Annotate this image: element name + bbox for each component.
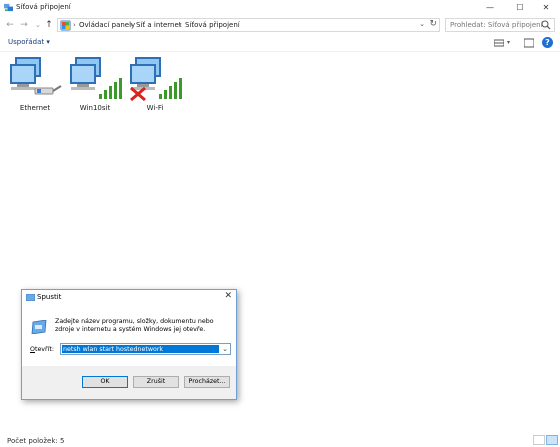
large-icons-view-button[interactable] — [546, 435, 558, 445]
address-bar[interactable]: › Ovládací panely › Síť a internet › Síť… — [57, 18, 440, 32]
status-bar: Počet položek: 5 — [0, 433, 560, 447]
chevron-down-icon[interactable]: ⌄ — [222, 345, 228, 353]
connection-label: Ethernet — [19, 104, 51, 112]
view-options-chevron-icon[interactable]: ▾ — [507, 39, 510, 51]
change-view-icon[interactable] — [494, 37, 504, 49]
run-program-icon — [31, 320, 47, 334]
maximize-button[interactable]: ☐ — [506, 0, 534, 15]
up-button[interactable]: ↑ — [43, 19, 55, 31]
minimize-button[interactable]: — — [476, 0, 504, 15]
organize-label: Uspořádat — [8, 38, 45, 46]
open-label: Otevřít: — [30, 346, 54, 353]
control-panel-icon — [60, 20, 71, 31]
navigation-bar: ← → ⌄ ↑ › Ovládací panely › Síť a intern… — [0, 15, 560, 35]
connection-item-wifi[interactable]: Wi-Fi — [126, 54, 184, 118]
dialog-close-button[interactable]: ✕ — [224, 291, 232, 301]
breadcrumb-network-connections[interactable]: Síťová připojení — [185, 21, 240, 29]
connection-label: Wi-Fi — [146, 104, 164, 112]
forward-button[interactable]: → — [18, 19, 30, 31]
chevron-down-icon: ▾ — [46, 38, 50, 46]
connection-label: Win10sit — [79, 104, 111, 112]
ok-button[interactable]: OK — [82, 376, 128, 388]
breadcrumb-separator: › — [73, 21, 76, 29]
command-bar: Uspořádat ▾ ▾ ? — [0, 35, 560, 52]
network-connections-icon — [4, 3, 13, 12]
wifi-disconnected-icon — [130, 57, 182, 102]
connection-item-win10sit[interactable]: Win10sit — [66, 54, 124, 118]
search-placeholder: Prohledat: Síťová připojení — [450, 21, 543, 29]
window-title: Síťová připojení — [16, 3, 71, 11]
run-icon — [26, 294, 35, 301]
title-bar: Síťová připojení — ☐ ✕ — [0, 0, 560, 15]
breadcrumb-separator: › — [130, 21, 133, 29]
preview-pane-icon[interactable] — [524, 37, 534, 49]
details-view-button[interactable] — [533, 435, 545, 445]
connection-item-ethernet[interactable]: Ethernet — [6, 54, 64, 118]
back-button[interactable]: ← — [4, 19, 16, 31]
search-input[interactable]: Prohledat: Síťová připojení — [445, 18, 555, 32]
command-input[interactable] — [62, 345, 219, 353]
refresh-icon[interactable]: ↻ — [429, 19, 437, 29]
ethernet-icon — [10, 57, 62, 95]
item-count: Počet položek: 5 — [7, 437, 65, 445]
network-signal-icon — [70, 57, 122, 99]
dialog-description: Zadejte název programu, složky, dokument… — [55, 318, 214, 334]
close-button[interactable]: ✕ — [532, 0, 560, 15]
breadcrumb-network-internet[interactable]: Síť a internet — [136, 21, 182, 29]
search-icon — [541, 20, 551, 30]
chevron-down-icon[interactable]: ⌄ — [419, 20, 425, 28]
organize-menu[interactable]: Uspořádat ▾ — [8, 38, 50, 46]
breadcrumb-control-panel[interactable]: Ovládací panely — [79, 21, 135, 29]
cancel-button[interactable]: Zrušit — [133, 376, 179, 388]
dialog-button-bar: OK Zrušit Procházet... — [22, 366, 236, 399]
open-combobox[interactable]: ⌄ — [60, 343, 231, 355]
run-dialog: Spustit ✕ Zadejte název programu, složky… — [21, 289, 237, 400]
help-button[interactable]: ? — [542, 37, 553, 48]
breadcrumb-separator: › — [179, 21, 182, 29]
browse-button[interactable]: Procházet... — [184, 376, 230, 388]
dialog-title: Spustit — [37, 293, 62, 301]
